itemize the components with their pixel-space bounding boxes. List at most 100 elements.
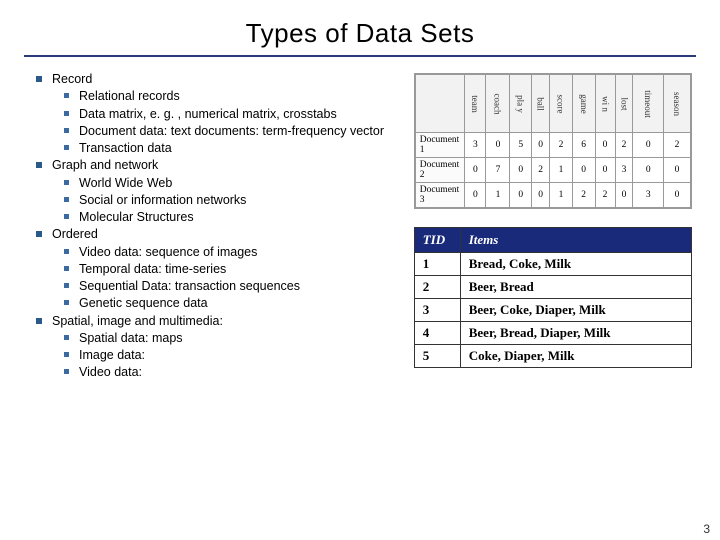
bullet-icon	[64, 145, 69, 150]
outline-section: Graph and network	[36, 157, 414, 173]
outline-item: World Wide Web	[64, 175, 414, 191]
bullet-icon	[64, 352, 69, 357]
bullet-icon	[36, 231, 42, 237]
tid-cell: 1	[414, 253, 460, 276]
doc-table-col-header: ball	[531, 75, 549, 133]
tid-header-items: Items	[460, 228, 691, 253]
bullet-icon	[64, 214, 69, 219]
doc-table-cell: 2	[663, 133, 690, 158]
outline-item: Video data: sequence of images	[64, 244, 414, 260]
tid-items-table: TID Items 1Bread, Coke, Milk2Beer, Bread…	[414, 227, 692, 368]
doc-table-cell: 0	[510, 183, 532, 208]
outline-section: Ordered	[36, 226, 414, 242]
outline-item-label: Spatial data: maps	[79, 330, 414, 346]
outline-item: Molecular Structures	[64, 209, 414, 225]
doc-table-cell: 2	[595, 183, 615, 208]
outline-item-label: Molecular Structures	[79, 209, 414, 225]
outline-item-label: Transaction data	[79, 140, 414, 156]
doc-table-cell: 0	[465, 158, 486, 183]
bullet-icon	[36, 318, 42, 324]
outline-item: Document data: text documents: term-freq…	[64, 123, 414, 139]
doc-table-col-header: wi n	[595, 75, 615, 133]
bullet-icon	[64, 283, 69, 288]
doc-table-cell: 0	[595, 158, 615, 183]
doc-table-cell: 0	[510, 158, 532, 183]
doc-table-cell: 1	[486, 183, 510, 208]
items-cell: Beer, Bread, Diaper, Milk	[460, 322, 691, 345]
doc-table-cell: 0	[465, 183, 486, 208]
bullet-icon	[36, 76, 42, 82]
outline-item-label: Temporal data: time-series	[79, 261, 414, 277]
figures: teamcoachpla yballscoregamewi nlosttimeo…	[414, 71, 692, 382]
bullet-icon	[64, 197, 69, 202]
tid-table-row: 1Bread, Coke, Milk	[414, 253, 691, 276]
doc-table-col-header: timeout	[633, 75, 664, 133]
outline-item: Sequential Data: transaction sequences	[64, 278, 414, 294]
outline-item-label: Document data: text documents: term-freq…	[79, 123, 414, 139]
doc-table-cell: 2	[550, 133, 572, 158]
outline-section: Spatial, image and multimedia:	[36, 313, 414, 329]
outline-item: Genetic sequence data	[64, 295, 414, 311]
tid-cell: 4	[414, 322, 460, 345]
items-cell: Bread, Coke, Milk	[460, 253, 691, 276]
bullet-icon	[64, 335, 69, 340]
slide-title: Types of Data Sets	[28, 18, 692, 49]
doc-table-cell: 1	[550, 158, 572, 183]
items-cell: Beer, Coke, Diaper, Milk	[460, 299, 691, 322]
bullet-icon	[36, 162, 42, 168]
doc-table-cell: 0	[663, 183, 690, 208]
slide-body: RecordRelational records Data matrix, e. …	[28, 71, 692, 382]
outline-item-label: Relational records	[79, 88, 414, 104]
outline-item: Image data:	[64, 347, 414, 363]
outline-section: Record	[36, 71, 414, 87]
doc-table-col-header: game	[572, 75, 595, 133]
document-term-table: teamcoachpla yballscoregamewi nlosttimeo…	[414, 73, 692, 209]
doc-table-col-header: pla y	[510, 75, 532, 133]
outline-item-label: Video data:	[79, 364, 414, 380]
doc-table-cell: 0	[486, 133, 510, 158]
bullet-icon	[64, 180, 69, 185]
outline-item: Transaction data	[64, 140, 414, 156]
doc-table-row: Document 13050260202	[415, 133, 690, 158]
bullet-icon	[64, 266, 69, 271]
doc-table-cell: 2	[615, 133, 633, 158]
outline-item: Data matrix, e. g. , numerical matrix, c…	[64, 106, 414, 122]
doc-table-col-header: season	[663, 75, 690, 133]
doc-table-row-name: Document 2	[415, 158, 464, 183]
tid-table-row: 2Beer, Bread	[414, 276, 691, 299]
doc-table-row: Document 30100122030	[415, 183, 690, 208]
doc-table-cell: 2	[572, 183, 595, 208]
tid-cell: 2	[414, 276, 460, 299]
tid-table-row: 3Beer, Coke, Diaper, Milk	[414, 299, 691, 322]
tid-cell: 5	[414, 345, 460, 368]
outline-item-label: Genetic sequence data	[79, 295, 414, 311]
doc-table-cell: 0	[531, 133, 549, 158]
outline-item-label: World Wide Web	[79, 175, 414, 191]
tid-table-row: 4Beer, Bread, Diaper, Milk	[414, 322, 691, 345]
doc-table-cell: 2	[531, 158, 549, 183]
doc-table-cell: 3	[615, 158, 633, 183]
outline-section-label: Ordered	[52, 226, 414, 242]
outline-item-label: Data matrix, e. g. , numerical matrix, c…	[79, 106, 414, 122]
doc-table-cell: 1	[550, 183, 572, 208]
bullet-icon	[64, 93, 69, 98]
doc-table-blank-header	[415, 75, 464, 133]
doc-table-row-name: Document 3	[415, 183, 464, 208]
doc-table-col-header: team	[465, 75, 486, 133]
bullet-icon	[64, 128, 69, 133]
outline-item: Temporal data: time-series	[64, 261, 414, 277]
outline-item-label: Sequential Data: transaction sequences	[79, 278, 414, 294]
outline-section-label: Record	[52, 71, 414, 87]
items-cell: Coke, Diaper, Milk	[460, 345, 691, 368]
doc-table-cell: 6	[572, 133, 595, 158]
doc-table-cell: 0	[572, 158, 595, 183]
outline-item: Relational records	[64, 88, 414, 104]
outline-item: Video data:	[64, 364, 414, 380]
items-cell: Beer, Bread	[460, 276, 691, 299]
outline-item: Social or information networks	[64, 192, 414, 208]
doc-table-cell: 0	[663, 158, 690, 183]
page-number: 3	[703, 522, 710, 536]
doc-table-cell: 0	[633, 133, 664, 158]
tid-table-row: 5Coke, Diaper, Milk	[414, 345, 691, 368]
doc-table-cell: 0	[531, 183, 549, 208]
